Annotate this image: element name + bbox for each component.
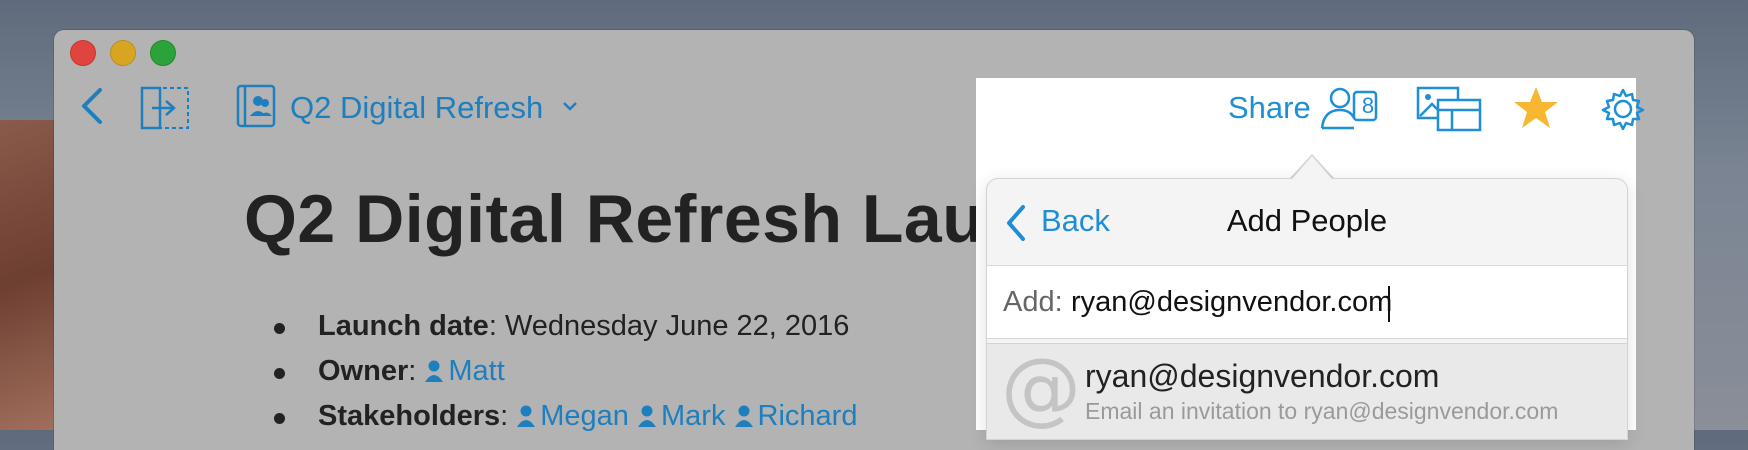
separator: : (488, 310, 505, 342)
document-heading: Q2 Digital Refresh Lau (244, 181, 985, 257)
gallery-icon[interactable] (1416, 86, 1482, 132)
document-title-menu[interactable]: Q2 Digital Refresh (290, 90, 543, 126)
launch-date-label: Launch date (318, 310, 489, 342)
gear-icon[interactable] (1600, 86, 1646, 132)
bullet-dot (274, 368, 285, 379)
bullet-dot (274, 323, 285, 334)
person-mention[interactable]: Mark (637, 400, 725, 432)
add-people-row: Add: (987, 265, 1627, 339)
person-icon (734, 405, 753, 427)
person-mention[interactable]: Megan (516, 400, 629, 432)
text-caret (1388, 286, 1390, 322)
share-button[interactable]: Share (1228, 90, 1311, 126)
suggestion-subtitle: Email an invitation to ryan@designvendor… (1085, 398, 1559, 424)
window-close-button[interactable] (70, 40, 96, 66)
add-people-popover: Back Add People Add: @ ryan@designvendor… (986, 178, 1628, 440)
add-prefix-label: Add: (1003, 286, 1063, 318)
stakeholders-label: Stakeholders (318, 400, 501, 432)
person-mention[interactable]: Matt (424, 355, 505, 387)
popover-arrow-fill (1292, 156, 1332, 179)
person-icon (517, 405, 536, 427)
separator: : (500, 400, 517, 432)
chevron-down-icon[interactable] (560, 96, 580, 116)
person-name: Richard (757, 400, 858, 432)
star-icon[interactable] (1512, 84, 1560, 132)
share-count-badge: 8 (1361, 93, 1375, 118)
add-people-input[interactable] (1071, 280, 1591, 324)
suggestion-email: ryan@designvendor.com (1085, 358, 1440, 394)
launch-date-value: Wednesday June 22, 2016 (504, 310, 850, 342)
person-name: Mark (661, 400, 726, 432)
owner-label: Owner (318, 355, 409, 387)
person-icon (638, 405, 656, 427)
popover-title: Add People (1226, 203, 1388, 238)
separator: : (408, 355, 425, 387)
window-maximize-button[interactable] (150, 40, 176, 66)
back-chevron-icon[interactable] (72, 82, 112, 130)
person-icon (425, 360, 444, 382)
invite-suggestion[interactable]: @ ryan@designvendor.com Email an invitat… (987, 341, 1627, 439)
shared-folder-icon (236, 82, 278, 128)
bullet-dot (274, 413, 285, 424)
person-name: Megan (540, 400, 629, 432)
person-mention[interactable]: Richard (734, 400, 858, 432)
person-name: Matt (448, 355, 505, 387)
at-icon: @ (1001, 341, 1081, 434)
side-panel-icon[interactable] (140, 86, 190, 130)
window-minimize-button[interactable] (110, 40, 136, 66)
